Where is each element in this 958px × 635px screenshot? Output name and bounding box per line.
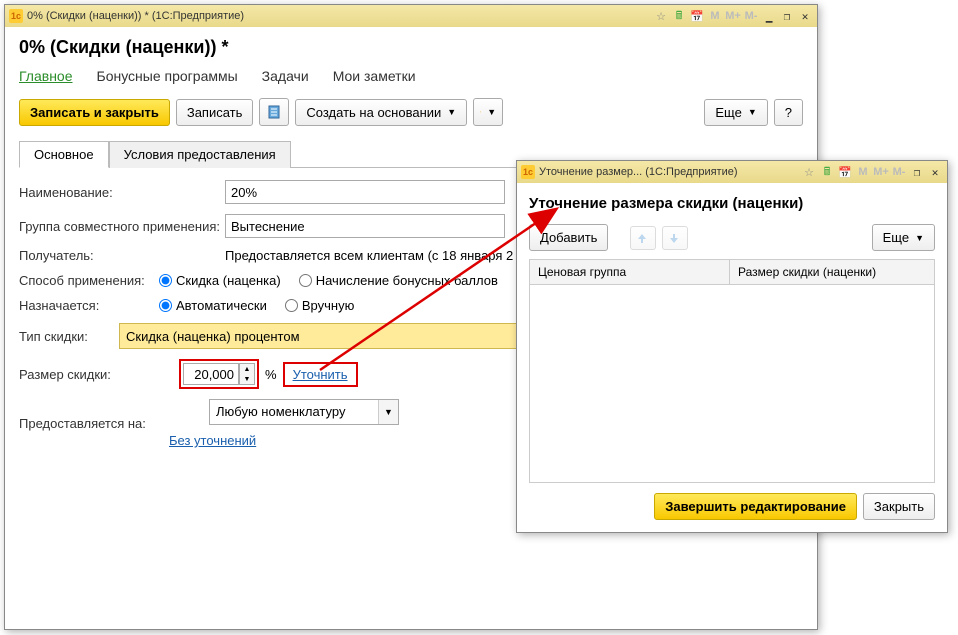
col-discount-size[interactable]: Размер скидки (наценки)	[730, 260, 934, 284]
main-toolbar: Записать и закрыть Записать Создать на о…	[19, 98, 803, 126]
report-button[interactable]	[259, 98, 289, 126]
favorite-icon[interactable]: ☆	[653, 8, 669, 24]
recipient-text: Предоставляется всем клиентам (с 18 янва…	[225, 248, 513, 263]
restore-icon[interactable]: ❐	[909, 164, 925, 180]
create-based-label: Создать на основании	[306, 105, 441, 120]
provide-select[interactable]: Любую номенклатуру ▼	[209, 399, 399, 425]
more-button[interactable]: Еще ▼	[872, 224, 935, 251]
page-title: 0% (Скидки (наценки)) *	[19, 37, 803, 58]
restore-icon[interactable]: ❐	[779, 8, 795, 24]
clarify-link[interactable]: Уточнить	[293, 367, 348, 382]
size-input-highlight: ▲▼	[179, 359, 259, 389]
percent-sign: %	[265, 367, 277, 382]
m-icon[interactable]: M	[855, 164, 871, 180]
calendar-icon[interactable]: 📅	[689, 8, 705, 24]
clarify-titlebar: 1c Уточнение размер... (1С:Предприятие) …	[517, 161, 947, 183]
move-up-button[interactable]	[630, 226, 656, 250]
name-input[interactable]	[225, 180, 505, 204]
main-titlebar: 1c 0% (Скидки (наценки)) * (1С:Предприят…	[5, 5, 817, 27]
assign-manual-option[interactable]: Вручную	[285, 298, 354, 313]
method-label: Способ применения:	[19, 273, 159, 288]
document-icon	[266, 104, 282, 120]
close-button[interactable]: Закрыть	[863, 493, 935, 520]
clarify-toolbar: Добавить Еще ▼	[529, 224, 935, 251]
size-label: Размер скидки:	[19, 367, 119, 382]
folder-icon	[480, 104, 481, 120]
assign-label: Назначается:	[19, 298, 159, 313]
attach-button[interactable]: ▼	[473, 98, 503, 126]
method-discount-radio[interactable]	[159, 274, 172, 287]
nav-tabs: Главное Бонусные программы Задачи Мои за…	[19, 68, 803, 84]
chevron-down-icon: ▼	[487, 107, 496, 117]
size-spinner[interactable]: ▲▼	[239, 363, 255, 385]
tab-tasks[interactable]: Задачи	[262, 68, 309, 84]
close-icon[interactable]: ✕	[927, 164, 943, 180]
app-icon: 1c	[521, 165, 535, 179]
provide-dropdown-icon[interactable]: ▼	[378, 400, 398, 424]
no-clarify-link[interactable]: Без уточнений	[169, 433, 399, 448]
m-minus-icon[interactable]: M-	[743, 8, 759, 24]
assign-auto-option[interactable]: Автоматически	[159, 298, 267, 313]
clarify-table[interactable]: Ценовая группа Размер скидки (наценки)	[529, 259, 935, 483]
chevron-down-icon: ▼	[915, 233, 924, 243]
clarify-window-title: Уточнение размер... (1С:Предприятие)	[539, 166, 801, 178]
type-label: Тип скидки:	[19, 329, 119, 344]
arrow-up-icon	[635, 231, 649, 245]
type-value: Скидка (наценка) процентом	[120, 325, 568, 348]
method-discount-option[interactable]: Скидка (наценка)	[159, 273, 281, 288]
favorite-icon[interactable]: ☆	[801, 164, 817, 180]
name-label: Наименование:	[19, 185, 225, 200]
group-input[interactable]	[225, 214, 505, 238]
finish-edit-button[interactable]: Завершить редактирование	[654, 493, 857, 520]
more-button[interactable]: Еще ▼	[704, 99, 767, 126]
calculator-icon[interactable]: 🖩	[819, 164, 835, 180]
m-plus-icon[interactable]: M+	[873, 164, 889, 180]
app-icon: 1c	[9, 9, 23, 23]
col-price-group[interactable]: Ценовая группа	[530, 260, 730, 284]
m-plus-icon[interactable]: M+	[725, 8, 741, 24]
subtab-basic[interactable]: Основное	[19, 141, 109, 168]
m-icon[interactable]: M	[707, 8, 723, 24]
method-opt2-label: Начисление бонусных баллов	[316, 273, 498, 288]
add-button[interactable]: Добавить	[529, 224, 608, 251]
method-bonus-radio[interactable]	[299, 274, 312, 287]
provide-label: Предоставляется на:	[19, 416, 169, 431]
method-bonus-option[interactable]: Начисление бонусных баллов	[299, 273, 498, 288]
chevron-down-icon: ▼	[748, 107, 757, 117]
move-down-button[interactable]	[662, 226, 688, 250]
clarify-highlight: Уточнить	[283, 362, 358, 387]
more-label: Еще	[883, 230, 909, 245]
save-button[interactable]: Записать	[176, 99, 254, 126]
arrow-down-icon	[667, 231, 681, 245]
tab-bonus[interactable]: Бонусные программы	[97, 68, 238, 84]
clarify-title: Уточнение размера скидки (наценки)	[529, 195, 935, 212]
tab-notes[interactable]: Мои заметки	[333, 68, 416, 84]
help-button[interactable]: ?	[774, 99, 803, 126]
m-minus-icon[interactable]: M-	[891, 164, 907, 180]
provide-value: Любую номенклатуру	[210, 400, 378, 424]
tab-main[interactable]: Главное	[19, 68, 73, 84]
calculator-icon[interactable]: 🖩	[671, 8, 687, 24]
more-label: Еще	[715, 105, 741, 120]
minimize-icon[interactable]: ▁	[761, 8, 777, 24]
close-icon[interactable]: ✕	[797, 8, 813, 24]
size-input[interactable]	[183, 363, 239, 385]
calendar-icon[interactable]: 📅	[837, 164, 853, 180]
group-label: Группа совместного применения:	[19, 219, 225, 234]
table-header: Ценовая группа Размер скидки (наценки)	[530, 260, 934, 285]
subtab-conditions[interactable]: Условия предоставления	[109, 141, 291, 168]
assign-opt2-label: Вручную	[302, 298, 354, 313]
recipient-label: Получатель:	[19, 248, 225, 263]
clarify-footer: Завершить редактирование Закрыть	[529, 493, 935, 520]
method-opt1-label: Скидка (наценка)	[176, 273, 281, 288]
window-title: 0% (Скидки (наценки)) * (1С:Предприятие)	[27, 10, 653, 22]
assign-manual-radio[interactable]	[285, 299, 298, 312]
save-close-button[interactable]: Записать и закрыть	[19, 99, 170, 126]
assign-opt1-label: Автоматически	[176, 298, 267, 313]
create-based-button[interactable]: Создать на основании ▼	[295, 99, 467, 126]
chevron-down-icon: ▼	[447, 107, 456, 117]
assign-auto-radio[interactable]	[159, 299, 172, 312]
clarify-window: 1c Уточнение размер... (1С:Предприятие) …	[516, 160, 948, 533]
